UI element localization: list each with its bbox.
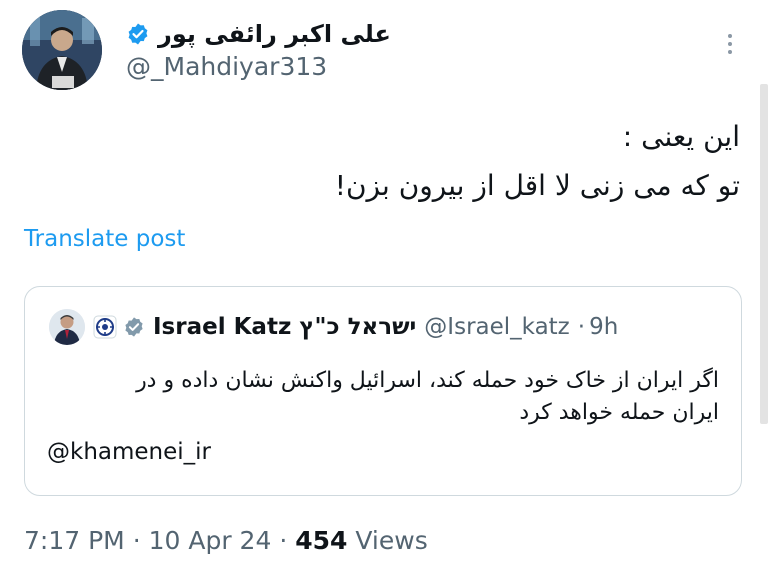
quoted-author-name[interactable]: Israel Katz xyxy=(153,314,291,340)
quoted-tweet-text: اگر ایران از خاک خود حمله کند، اسرائیل و… xyxy=(39,365,719,429)
government-affiliation-badge-icon xyxy=(93,315,117,339)
tweet-text-line: این یعنی : xyxy=(622,120,740,153)
post-time[interactable]: 7:17 PM xyxy=(24,526,125,555)
meta-separator: · xyxy=(132,526,141,555)
author-handle[interactable]: @_Mahdiyar313 xyxy=(126,52,327,81)
quoted-separator: · xyxy=(577,314,586,340)
author-avatar[interactable] xyxy=(22,10,102,90)
quoted-tweet-header: Israel Katz ישראל כ"ץ @Israel_katz · 9h xyxy=(49,307,618,347)
more-options-button[interactable] xyxy=(716,28,744,60)
quoted-name-space xyxy=(291,314,299,340)
quoted-mention-link[interactable]: @khamenei_ir xyxy=(47,439,211,465)
quoted-author-avatar[interactable] xyxy=(49,309,85,345)
more-options-icon xyxy=(728,50,732,54)
quoted-author-handle[interactable]: @Israel_katz xyxy=(424,314,569,340)
author-name-row: علی اکبر رائفی پور xyxy=(126,14,391,54)
views-count: 454 xyxy=(295,526,348,555)
translate-post-link[interactable]: Translate post xyxy=(24,226,185,252)
more-options-icon xyxy=(728,42,732,46)
quoted-age: 9h xyxy=(589,314,619,340)
author-display-name[interactable]: علی اکبر رائفی پور xyxy=(158,20,391,48)
meta-separator: · xyxy=(279,526,288,555)
quoted-author-name-hebrew[interactable]: ישראל כ"ץ xyxy=(299,314,416,340)
post-date[interactable]: 10 Apr 24 xyxy=(149,526,272,555)
verified-badge-icon xyxy=(125,317,143,337)
tweet-text-line: تو که می زنی لا اقل از بیرون بزن! xyxy=(334,169,740,202)
views-label: Views xyxy=(355,526,428,555)
tweet-text: این یعنی : تو که می زنی لا اقل از بیرون … xyxy=(40,112,740,210)
more-options-icon xyxy=(728,34,732,38)
tweet-meta: 7:17 PM · 10 Apr 24 · 454 Views xyxy=(24,526,428,555)
tweet-container: علی اکبر رائفی پور @_Mahdiyar313 این یعن… xyxy=(0,0,768,573)
scrollbar[interactable] xyxy=(760,84,768,424)
quoted-tweet-card[interactable]: Israel Katz ישראל כ"ץ @Israel_katz · 9h … xyxy=(24,286,742,496)
verified-badge-icon xyxy=(128,23,148,45)
quoted-text-line: ایران حمله خواهد کرد xyxy=(519,400,719,425)
quoted-text-line: اگر ایران از خاک خود حمله کند، اسرائیل و… xyxy=(136,368,719,393)
